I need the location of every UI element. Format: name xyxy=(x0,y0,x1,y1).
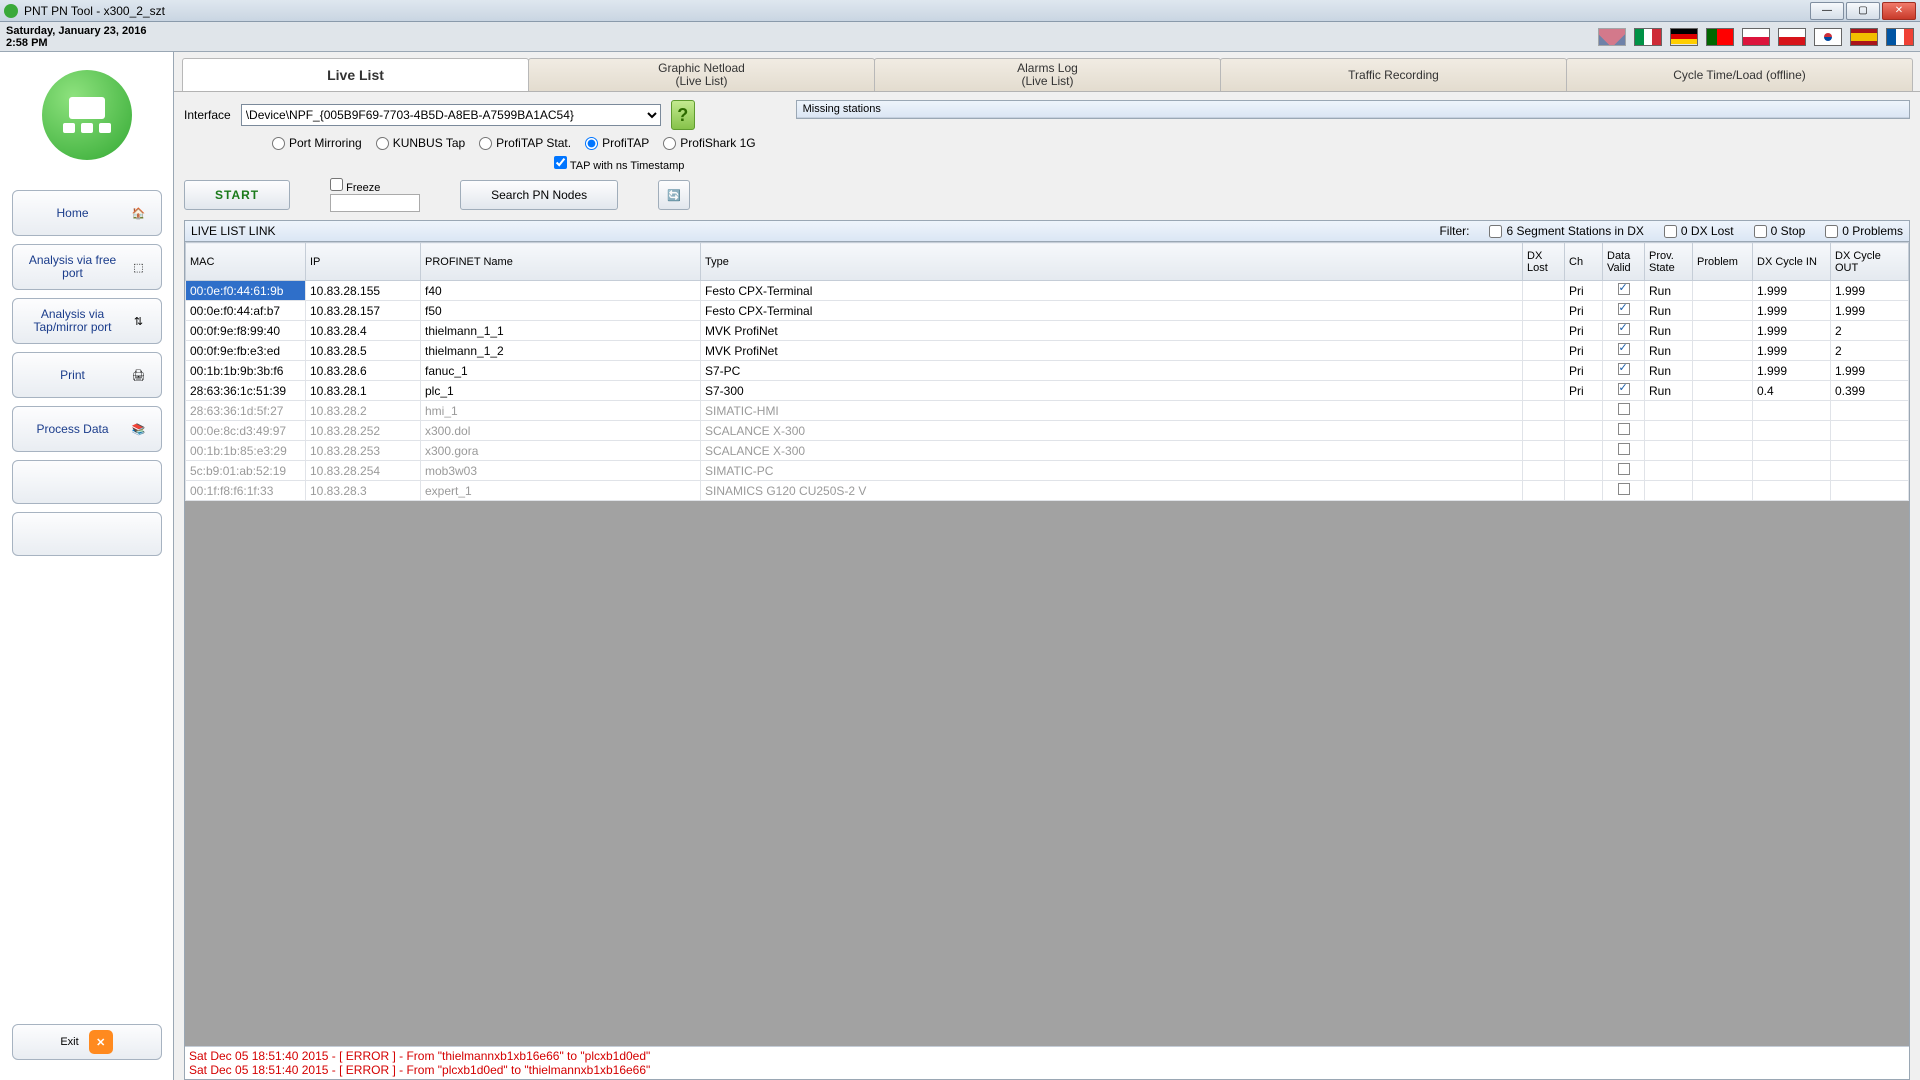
list-title: LIVE LIST LINK xyxy=(191,224,1439,238)
search-pn-button[interactable]: Search PN Nodes xyxy=(460,180,618,210)
col-problem[interactable]: Problem xyxy=(1693,243,1753,281)
nav-process-data[interactable]: Process Data 📚 xyxy=(12,406,162,452)
window-title: PNT PN Tool - x300_2_szt xyxy=(24,4,1810,18)
flag-pl[interactable] xyxy=(1742,28,1770,46)
grid-empty-area xyxy=(185,501,1909,1046)
radio-profitap[interactable]: ProfiTAP xyxy=(585,136,649,150)
interface-label: Interface xyxy=(184,108,231,122)
freeze-checkbox[interactable]: Freeze xyxy=(330,178,380,194)
filter-stop[interactable]: 0 Stop xyxy=(1754,224,1806,238)
flag-fr[interactable] xyxy=(1886,28,1914,46)
interface-select[interactable]: \Device\NPF_{005B9F69-7703-4B5D-A8EB-A75… xyxy=(241,104,661,126)
flag-it[interactable] xyxy=(1634,28,1662,46)
col-valid[interactable]: Data Valid xyxy=(1603,243,1645,281)
filter-dxlost[interactable]: 0 DX Lost xyxy=(1664,224,1734,238)
capture-mode-radios: Port Mirroring KUNBUS Tap ProfiTAP Stat.… xyxy=(272,136,756,150)
col-mac[interactable]: MAC xyxy=(186,243,306,281)
table-row[interactable]: 28:63:36:1c:51:3910.83.28.1plc_1S7-300Pr… xyxy=(186,381,1909,401)
error-line: Sat Dec 05 18:51:40 2015 - [ ERROR ] - F… xyxy=(189,1049,1905,1063)
tab-alarms-log[interactable]: Alarms Log(Live List) xyxy=(874,58,1221,91)
minimize-button[interactable]: — xyxy=(1810,2,1844,20)
freeze-input[interactable] xyxy=(330,194,420,212)
exit-icon: ✕ xyxy=(89,1030,113,1054)
tabs: Live List Graphic Netload(Live List) Ala… xyxy=(174,52,1920,92)
tab-graphic-netload[interactable]: Graphic Netload(Live List) xyxy=(528,58,875,91)
flag-kr[interactable] xyxy=(1814,28,1842,46)
app-logo xyxy=(42,70,132,160)
help-icon[interactable]: ? xyxy=(671,100,695,130)
table-row[interactable]: 00:0f:9e:fb:e3:ed10.83.28.5thielmann_1_2… xyxy=(186,341,1909,361)
table-row[interactable]: 00:1b:1b:9b:3b:f610.83.28.6fanuc_1S7-PCP… xyxy=(186,361,1909,381)
flag-de[interactable] xyxy=(1670,28,1698,46)
col-ch[interactable]: Ch xyxy=(1565,243,1603,281)
nav-print[interactable]: Print 🖨 xyxy=(12,352,162,398)
chk-tap-ns[interactable]: TAP with ns Timestamp xyxy=(554,156,684,172)
col-name[interactable]: PROFINET Name xyxy=(421,243,701,281)
col-type[interactable]: Type xyxy=(701,243,1523,281)
refresh-icon[interactable]: 🔄 xyxy=(658,180,690,210)
flag-cz[interactable] xyxy=(1778,28,1806,46)
nav-empty-2 xyxy=(12,512,162,556)
col-prov[interactable]: Prov. State xyxy=(1645,243,1693,281)
col-cout[interactable]: DX Cycle OUT xyxy=(1831,243,1909,281)
exit-button[interactable]: Exit ✕ xyxy=(12,1024,162,1060)
nav-empty-1 xyxy=(12,460,162,504)
tab-traffic-recording[interactable]: Traffic Recording xyxy=(1220,58,1567,91)
table-row[interactable]: 5c:b9:01:ab:52:1910.83.28.254mob3w03SIMA… xyxy=(186,461,1909,481)
filter-problems[interactable]: 0 Problems xyxy=(1825,224,1903,238)
radio-profishark[interactable]: ProfiShark 1G xyxy=(663,136,755,150)
col-dxlost[interactable]: DX Lost xyxy=(1523,243,1565,281)
col-ip[interactable]: IP xyxy=(306,243,421,281)
maximize-button[interactable]: ▢ xyxy=(1846,2,1880,20)
filter-label: Filter: xyxy=(1439,224,1469,238)
sidebar: Home 🏠 Analysis via free port ⬚ Analysis… xyxy=(0,52,174,1080)
close-button[interactable]: ✕ xyxy=(1882,2,1916,20)
live-list-grid: MAC IP PROFINET Name Type DX Lost Ch Dat… xyxy=(184,242,1910,1080)
table-row[interactable]: 28:63:36:1d:5f:2710.83.28.2hmi_1SIMATIC-… xyxy=(186,401,1909,421)
start-button[interactable]: START xyxy=(184,180,290,210)
radio-kunbus[interactable]: KUNBUS Tap xyxy=(376,136,465,150)
missing-stations-panel: Missing stations xyxy=(796,100,1910,119)
list-header: LIVE LIST LINK Filter: 6 Segment Station… xyxy=(184,220,1910,242)
nav-analysis-tap[interactable]: Analysis via Tap/mirror port ⇅ xyxy=(12,298,162,344)
network-icon: ⬚ xyxy=(125,253,153,281)
flag-pt[interactable] xyxy=(1706,28,1734,46)
data-icon: 📚 xyxy=(125,415,153,443)
table-row[interactable]: 00:0f:9e:f8:99:4010.83.28.4thielmann_1_1… xyxy=(186,321,1909,341)
table-row[interactable]: 00:1f:f8:f6:1f:3310.83.28.3expert_1SINAM… xyxy=(186,481,1909,501)
table-row[interactable]: 00:1b:1b:85:e3:2910.83.28.253x300.goraSC… xyxy=(186,441,1909,461)
tap-icon: ⇅ xyxy=(125,307,153,335)
flag-es[interactable] xyxy=(1850,28,1878,46)
table-row[interactable]: 00:0e:f0:44:61:9b10.83.28.155f40Festo CP… xyxy=(186,281,1909,301)
app-icon xyxy=(4,4,18,18)
time-text: 2:58 PM xyxy=(6,37,146,49)
date-text: Saturday, January 23, 2016 xyxy=(6,25,146,37)
missing-stations-header: Missing stations xyxy=(797,101,1909,118)
tab-live-list[interactable]: Live List xyxy=(182,58,529,91)
nav-home[interactable]: Home 🏠 xyxy=(12,190,162,236)
toolbar: Interface \Device\NPF_{005B9F69-7703-4B5… xyxy=(174,92,1920,218)
table-row[interactable]: 00:0e:8c:d3:49:9710.83.28.252x300.dolSCA… xyxy=(186,421,1909,441)
print-icon: 🖨 xyxy=(125,361,153,389)
live-list-table[interactable]: MAC IP PROFINET Name Type DX Lost Ch Dat… xyxy=(185,242,1909,501)
home-icon: 🏠 xyxy=(125,199,153,227)
filter-segment[interactable]: 6 Segment Stations in DX xyxy=(1489,224,1643,238)
language-flags xyxy=(1598,28,1914,46)
flag-uk[interactable] xyxy=(1598,28,1626,46)
col-cin[interactable]: DX Cycle IN xyxy=(1753,243,1831,281)
radio-profitap-stat[interactable]: ProfiTAP Stat. xyxy=(479,136,571,150)
radio-port-mirroring[interactable]: Port Mirroring xyxy=(272,136,362,150)
table-row[interactable]: 00:0e:f0:44:af:b710.83.28.157f50Festo CP… xyxy=(186,301,1909,321)
window-titlebar: PNT PN Tool - x300_2_szt — ▢ ✕ xyxy=(0,0,1920,22)
date-bar: Saturday, January 23, 2016 2:58 PM xyxy=(0,22,1920,52)
error-line: Sat Dec 05 18:51:40 2015 - [ ERROR ] - F… xyxy=(189,1063,1905,1077)
error-log: Sat Dec 05 18:51:40 2015 - [ ERROR ] - F… xyxy=(185,1046,1909,1079)
nav-analysis-free-port[interactable]: Analysis via free port ⬚ xyxy=(12,244,162,290)
tab-cycle-time[interactable]: Cycle Time/Load (offline) xyxy=(1566,58,1913,91)
